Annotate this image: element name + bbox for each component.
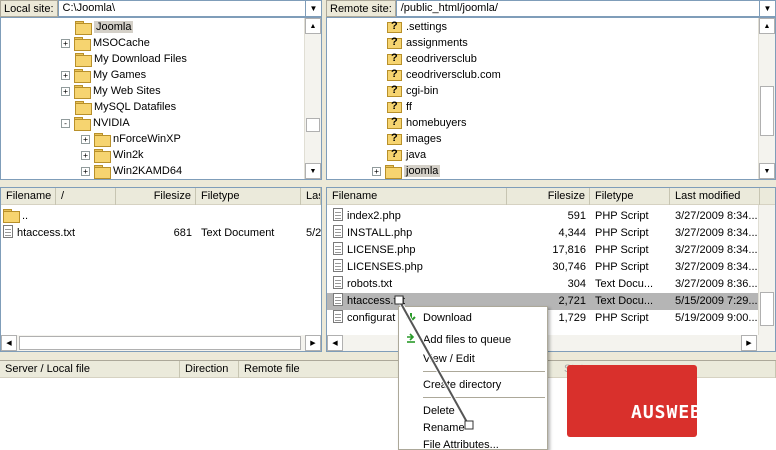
- annotation-line: [398, 299, 469, 425]
- annotation-overlay: [394, 295, 474, 430]
- annotation-end-marker: [464, 420, 474, 430]
- annotation-start-marker: [394, 295, 404, 305]
